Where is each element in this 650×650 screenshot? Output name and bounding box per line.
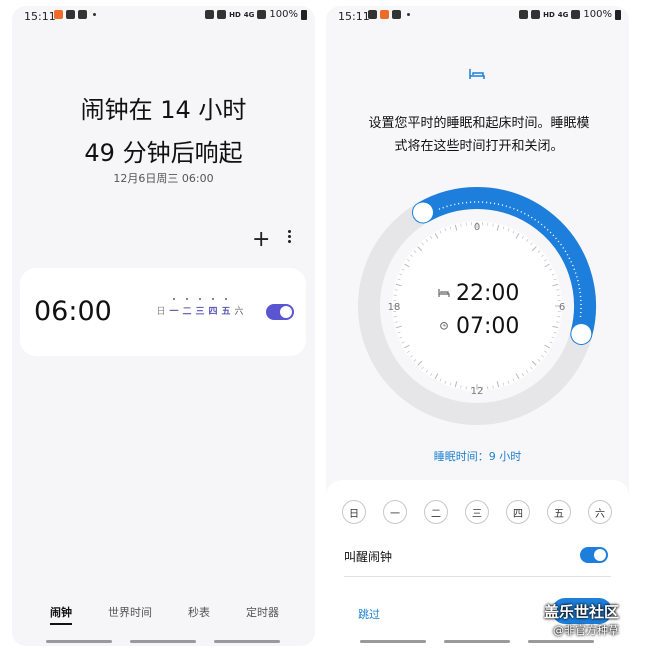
- alarm-status-icon: [217, 10, 227, 19]
- weekday-fri[interactable]: 五: [547, 500, 571, 524]
- shopping-notification-icon: [392, 10, 401, 19]
- status-time: 15:11: [24, 10, 56, 23]
- description-line1: 设置您平时的睡眠和起床时间。睡眠模: [368, 116, 590, 131]
- watermark: 盖乐世社区 @非官方种草: [544, 601, 619, 638]
- tab-alarm[interactable]: 闹钟: [50, 604, 72, 625]
- weekday-sun[interactable]: 日: [342, 500, 366, 524]
- day-tue: 二: [182, 298, 192, 317]
- tab-world-clock[interactable]: 世界时间: [108, 604, 152, 620]
- bedtime-setup-screen: 15:11 HD 4G 100% 设置您平时的睡眠和起床时间。睡眠模 式将在这些…: [326, 6, 629, 646]
- bottom-tab-bar: 闹钟 世界时间 秒表 定时器: [12, 604, 315, 628]
- notification-icons: [54, 10, 96, 19]
- day-mon: 一: [169, 298, 179, 317]
- message-icon: [519, 10, 529, 19]
- system-status-icons: HD 4G 100%: [205, 9, 307, 20]
- description-line2: 式将在这些时间打开和关闭。: [394, 139, 564, 154]
- battery-icon: [615, 9, 621, 20]
- weekday-thu[interactable]: 四: [506, 500, 530, 524]
- wake-alarm-label: 叫醒闹钟: [344, 550, 393, 564]
- system-status-icons: HD 4G 100%: [519, 9, 621, 20]
- weekday-tue[interactable]: 二: [424, 500, 448, 524]
- day-sat: 六: [234, 307, 244, 317]
- clock-alarm-screen: 15:11 HD 4G 100% 闹钟在 14 小时 49 分钟后响起 12月6…: [12, 6, 315, 646]
- battery-percent: 100%: [269, 9, 298, 20]
- network-type-label: 4G: [243, 10, 255, 19]
- sleep-duration: 睡眠时间：9 小时: [433, 450, 522, 463]
- bedtime-bed-icon: [438, 289, 450, 297]
- alarm-time: 06:00: [34, 296, 112, 327]
- watermark-handle: @非官方种草: [553, 624, 619, 637]
- notification-icons: [368, 10, 410, 19]
- dial-label-18: 18: [388, 302, 401, 313]
- day-thu: 四: [208, 298, 218, 317]
- more-notifications-dot-icon: [407, 13, 410, 16]
- dial-label-12: 12: [471, 386, 484, 397]
- status-bar: 15:11 HD 4G 100%: [326, 6, 629, 28]
- dial-label-0: 0: [474, 222, 480, 233]
- divider: [344, 576, 611, 577]
- hd-label: HD: [543, 10, 555, 19]
- next-alarm-date: 12月6日周三 06:00: [113, 172, 214, 185]
- day-sun: 日: [156, 307, 166, 317]
- dial-label-6: 6: [559, 302, 565, 313]
- next-alarm-title-line1: 闹钟在 14 小时: [80, 96, 247, 124]
- alarm-toggle[interactable]: [266, 304, 294, 320]
- next-alarm-title-line2: 49 分钟后响起: [84, 139, 243, 167]
- day-fri: 五: [221, 298, 231, 317]
- status-bar: 15:11 HD 4G 100%: [12, 6, 315, 28]
- message-icon: [205, 10, 215, 19]
- more-options-icon[interactable]: [284, 228, 294, 248]
- wake-handle-icon[interactable]: [571, 323, 592, 344]
- alarm-card[interactable]: 06:00 日 一 二 三 四 五 六: [20, 268, 306, 356]
- day-wed: 三: [195, 298, 205, 317]
- weekday-selector: 日 一 二 三 四 五 六: [342, 500, 612, 524]
- sleep-dial[interactable]: 0 6 12 18: [326, 186, 629, 436]
- gallery-notification-icon: [66, 10, 75, 19]
- weekday-mon[interactable]: 一: [383, 500, 407, 524]
- wake-time-value: 07:00: [456, 314, 520, 339]
- app-notification-icon: [380, 10, 389, 19]
- tab-stopwatch[interactable]: 秒表: [188, 604, 210, 620]
- bedtime-handle-icon[interactable]: [413, 202, 433, 223]
- signal-icon: [257, 10, 267, 19]
- more-notifications-dot-icon: [93, 13, 96, 16]
- shopping-notification-icon: [78, 10, 87, 19]
- skip-button[interactable]: 跳过: [358, 606, 380, 622]
- gesture-navbar[interactable]: [326, 640, 629, 644]
- alarm-status-icon: [531, 10, 541, 19]
- watermark-brand: 盖乐世社区: [543, 603, 619, 621]
- status-time: 15:11: [338, 10, 370, 23]
- bedtime-value: 22:00: [456, 281, 520, 306]
- signal-icon: [571, 10, 581, 19]
- add-alarm-button[interactable]: +: [252, 229, 270, 251]
- gallery-notification-icon: [368, 10, 377, 19]
- weekday-wed[interactable]: 三: [465, 500, 489, 524]
- tab-timer[interactable]: 定时器: [246, 604, 279, 620]
- wake-alarm-clock-icon: [440, 322, 448, 330]
- gesture-navbar[interactable]: [12, 640, 315, 644]
- wake-alarm-toggle[interactable]: [580, 547, 608, 563]
- weekday-sat[interactable]: 六: [588, 500, 612, 524]
- battery-percent: 100%: [583, 9, 612, 20]
- bed-icon: [469, 69, 485, 79]
- bedtime-description: 设置您平时的睡眠和起床时间。睡眠模 式将在这些时间打开和关闭。: [344, 112, 614, 158]
- alarm-repeat-days: 日 一 二 三 四 五 六: [156, 298, 244, 317]
- battery-icon: [301, 9, 307, 20]
- app-notification-icon: [54, 10, 63, 19]
- network-type-label: 4G: [557, 10, 569, 19]
- hd-label: HD: [229, 10, 241, 19]
